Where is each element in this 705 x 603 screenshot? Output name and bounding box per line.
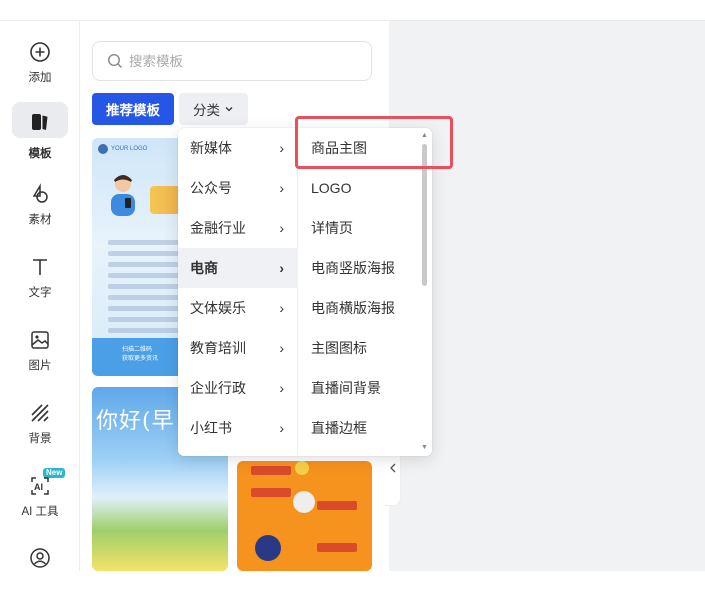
template-card-orange[interactable] <box>237 461 372 571</box>
rail-text-label: 文字 <box>28 287 52 299</box>
rail-ai-tools[interactable]: AI New AI 工具 <box>12 467 68 531</box>
category-dropdown: 新媒体 › 公众号 › 金融行业 › 电商 › 文体娱乐 › 教育培训 › 企业行政 › 小红… <box>178 128 432 456</box>
card-tag <box>251 466 291 475</box>
qr-text-1: 扫描二维码 <box>122 347 153 353</box>
category-item[interactable]: 企业行政 › <box>178 368 298 408</box>
subcategory-item[interactable]: 直播边框 <box>299 408 419 448</box>
highlight-box <box>295 116 453 169</box>
plus-circle-icon <box>30 42 50 62</box>
text-icon <box>33 259 47 275</box>
chevron-right-icon: › <box>279 220 284 236</box>
subcategory-item[interactable]: LOGO <box>299 168 419 208</box>
rail-images-label: 图片 <box>28 360 52 372</box>
card-ball <box>293 491 315 513</box>
rail-user[interactable] <box>12 539 68 603</box>
chevron-right-icon: › <box>279 260 284 276</box>
rail-add-label: 添加 <box>28 72 52 84</box>
subcategory-item[interactable]: 详情页 <box>299 208 419 248</box>
category-item[interactable]: 金融行业 › <box>178 208 298 248</box>
tab-category[interactable]: 分类 <box>179 93 248 125</box>
search-input[interactable] <box>129 53 349 69</box>
rail-templates-label: 模板 <box>28 148 52 160</box>
svg-text:AI: AI <box>34 482 43 492</box>
tab-category-label: 分类 <box>193 103 220 118</box>
image-icon <box>31 331 49 349</box>
chevron-down-icon <box>225 107 233 112</box>
search-box[interactable] <box>92 41 372 81</box>
category-item[interactable]: 文体娱乐 › <box>178 288 298 328</box>
chevron-left-icon <box>389 463 395 473</box>
qr-text-2: 获取更多资讯 <box>122 356 159 362</box>
background-icon <box>31 404 49 422</box>
rail-background-label: 背景 <box>28 433 52 445</box>
rail-ai-tools-label: AI 工具 <box>21 506 59 518</box>
category-list: 新媒体 › 公众号 › 金融行业 › 电商 › 文体娱乐 › 教育培训 › 企业行政 › 小红… <box>178 128 298 456</box>
card-tag <box>251 488 291 497</box>
chevron-right-icon: › <box>279 180 284 196</box>
left-rail: 添加 模板 素材 文字 图片 背景 AI New AI 工具 <box>0 21 80 571</box>
category-item-active[interactable]: 电商 › <box>178 248 298 288</box>
category-item[interactable]: 教育培训 › <box>178 328 298 368</box>
rail-materials-label: 素材 <box>28 214 52 226</box>
scroll-down-arrow[interactable]: ▼ <box>421 444 428 451</box>
rail-images[interactable]: 图片 <box>12 321 68 385</box>
subcategory-item[interactable]: 直播间背景 <box>299 368 419 408</box>
shapes-icon <box>32 183 48 203</box>
card-tag <box>317 501 357 510</box>
category-item[interactable]: 新媒体 › <box>178 128 298 168</box>
top-bar <box>0 0 705 21</box>
search-icon <box>107 53 122 68</box>
chevron-right-icon: › <box>279 300 284 316</box>
subcategory-list: 商品主图 LOGO 详情页 电商竖版海报 电商横版海报 主图图标 直播间背景 直… <box>299 128 432 456</box>
card-logo: YOUR LOGO <box>98 144 147 154</box>
chevron-right-icon: › <box>279 140 284 156</box>
category-item[interactable]: 小红书 › <box>178 408 298 448</box>
card-ball <box>255 535 281 561</box>
subcategory-item[interactable]: 主图图标 <box>299 328 419 368</box>
person-illustration <box>111 175 135 216</box>
card-ball <box>295 461 309 475</box>
chevron-right-icon: › <box>279 380 284 396</box>
editor-canvas[interactable] <box>389 21 705 571</box>
category-item[interactable]: 公众号 › <box>178 168 298 208</box>
chevron-right-icon: › <box>279 420 284 436</box>
card-tag <box>317 543 357 552</box>
rail-background[interactable]: 背景 <box>12 394 68 458</box>
rail-templates[interactable]: 模板 <box>12 102 68 166</box>
user-icon <box>30 548 50 568</box>
subcategory-item[interactable]: 电商横版海报 <box>299 288 419 328</box>
rail-materials[interactable]: 素材 <box>12 175 68 239</box>
rail-add[interactable]: 添加 <box>12 33 68 97</box>
chevron-right-icon: › <box>279 340 284 356</box>
template-icon <box>32 114 48 130</box>
card-headline: 你好(早 <box>96 409 175 434</box>
rail-text[interactable]: 文字 <box>12 248 68 312</box>
tab-recommended[interactable]: 推荐模板 <box>92 93 174 125</box>
subcategory-item[interactable]: 电商竖版海报 <box>299 248 419 288</box>
ai-icon: AI <box>31 477 49 495</box>
